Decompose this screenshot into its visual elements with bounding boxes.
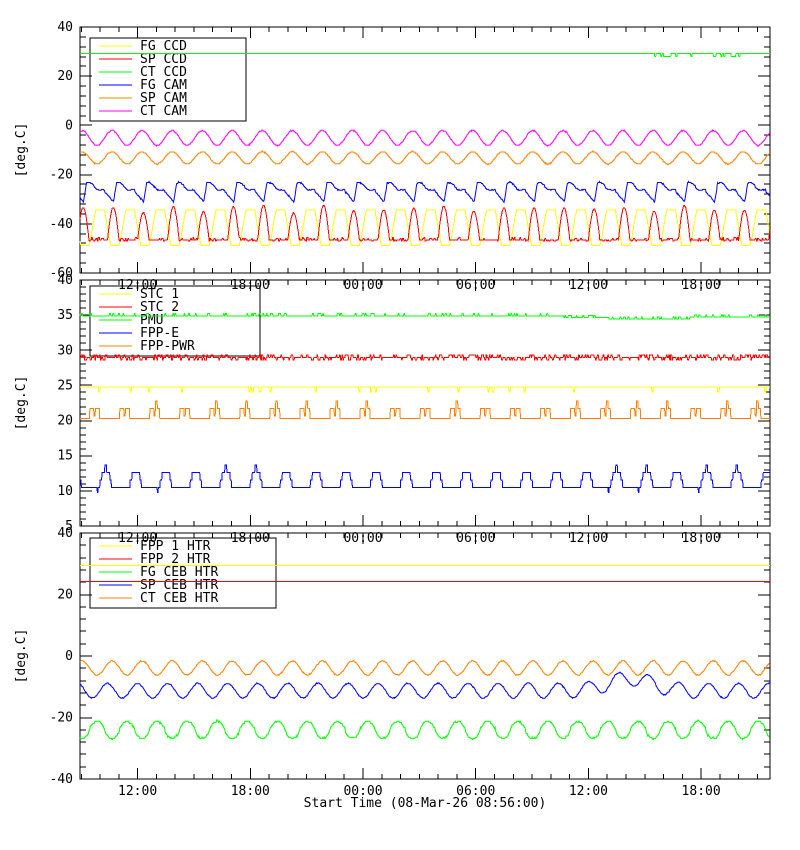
series-ct-cam: [80, 129, 771, 148]
panel-heater-temps: 40 20 0 -20 -40 12:00 18:00 00:00 06:00 12:00 18:0…: [14, 526, 771, 799]
legend: FPP 1 HTRFPP 2 HTRFG CEB HTRSP CEB HTRCT…: [89, 537, 277, 609]
panel-ccd-cam-temps: 40200-20-40-6012:00 18:00 00:00 06:00 12:00 1…: [14, 20, 771, 293]
y-tick-label: 40: [57, 526, 73, 541]
legend-label: CT CEB HTR: [140, 591, 218, 606]
y-tick-label: 30: [57, 343, 73, 358]
series-fpp-pwr: [80, 400, 770, 419]
temperature-telemetry-figure: Start Time (08-Mar-26 08:56:00) 40 20 0 -20…: [0, 0, 800, 850]
x-tick-label: 18:00: [682, 784, 721, 799]
x-tick-label: 00:00: [343, 784, 382, 799]
legend: STC 1STC 2PMUFPP-EFPP-PWR: [89, 285, 261, 357]
y-axis-title: [deg.C]: [14, 123, 29, 178]
x-axis-title: Start Time (08-Mar-26 08:56:00): [304, 796, 547, 811]
x-tick-label: 18:00: [231, 784, 270, 799]
y-tick-label: 40: [57, 273, 73, 288]
x-tick-label: 12:00: [118, 784, 157, 799]
y-tick-label: -20: [50, 711, 73, 726]
series-stc-1: [80, 386, 770, 393]
y-tick-label: 20: [57, 69, 73, 84]
y-tick-label: 10: [57, 484, 73, 499]
series-ct-ceb-htr: [79, 659, 770, 677]
y-axis-title: [deg.C]: [14, 376, 29, 431]
series-fg-cam: [79, 180, 771, 204]
x-tick-label: 06:00: [456, 784, 495, 799]
y-tick-label: 20: [57, 414, 73, 429]
y-tick-label: 35: [57, 308, 73, 323]
y-tick-label: 25: [57, 378, 73, 393]
y-tick-label: 20: [57, 588, 73, 603]
y-tick-label: 40: [57, 20, 73, 35]
panel-electronics-temps: 40353025201510512:00 18:00 00:00 06:00 12:00…: [14, 273, 771, 546]
y-tick-label: 15: [57, 449, 73, 464]
legend-label: FPP-PWR: [140, 339, 195, 354]
series-fg-ceb-htr: [79, 719, 770, 741]
series-pmu: [79, 313, 770, 320]
y-tick-label: -40: [50, 217, 73, 232]
y-tick-label: -20: [50, 168, 73, 183]
y-axis-title: [deg.C]: [14, 629, 29, 684]
y-tick-label: -40: [50, 772, 73, 787]
plot-canvas: Start Time (08-Mar-26 08:56:00) 40 20 0 -20…: [14, 20, 771, 811]
legend-label: CT CAM: [140, 104, 187, 119]
series-fpp-e: [80, 464, 770, 493]
y-tick-label: 0: [65, 649, 73, 664]
y-tick-label: 0: [65, 118, 73, 133]
series-sp-ceb-htr: [80, 671, 771, 700]
x-tick-label: 12:00: [569, 784, 608, 799]
legend: FG CCDSP CCDCT CCDFG CAMSP CAMCT CAM: [89, 37, 247, 122]
series-sp-cam: [80, 149, 771, 166]
